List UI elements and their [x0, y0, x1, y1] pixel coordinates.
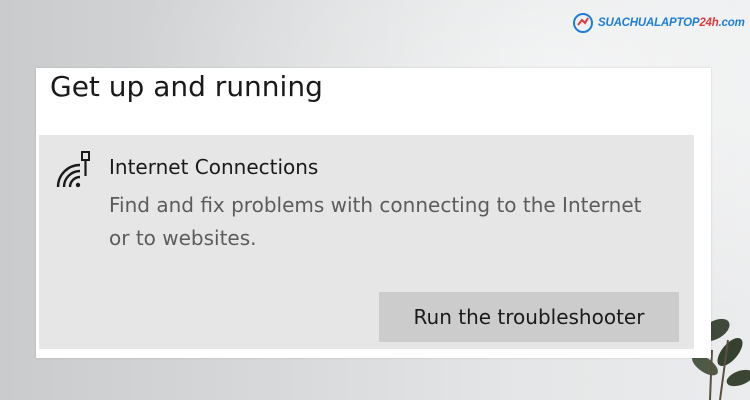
- wifi-network-icon: [56, 151, 90, 188]
- troubleshooter-title: Internet Connections: [109, 155, 319, 179]
- logo-text: SUACHUALAPTOP24h.com: [598, 17, 745, 29]
- troubleshoot-panel: Get up and running Internet Connections …: [36, 68, 711, 358]
- run-troubleshooter-button[interactable]: Run the troubleshooter: [379, 292, 679, 342]
- brand-logo: SUACHUALAPTOP24h.com: [572, 6, 745, 40]
- logo-icon: [573, 13, 593, 33]
- troubleshooter-description: Find and fix problems with connecting to…: [109, 193, 642, 250]
- page-title: Get up and running: [50, 70, 323, 103]
